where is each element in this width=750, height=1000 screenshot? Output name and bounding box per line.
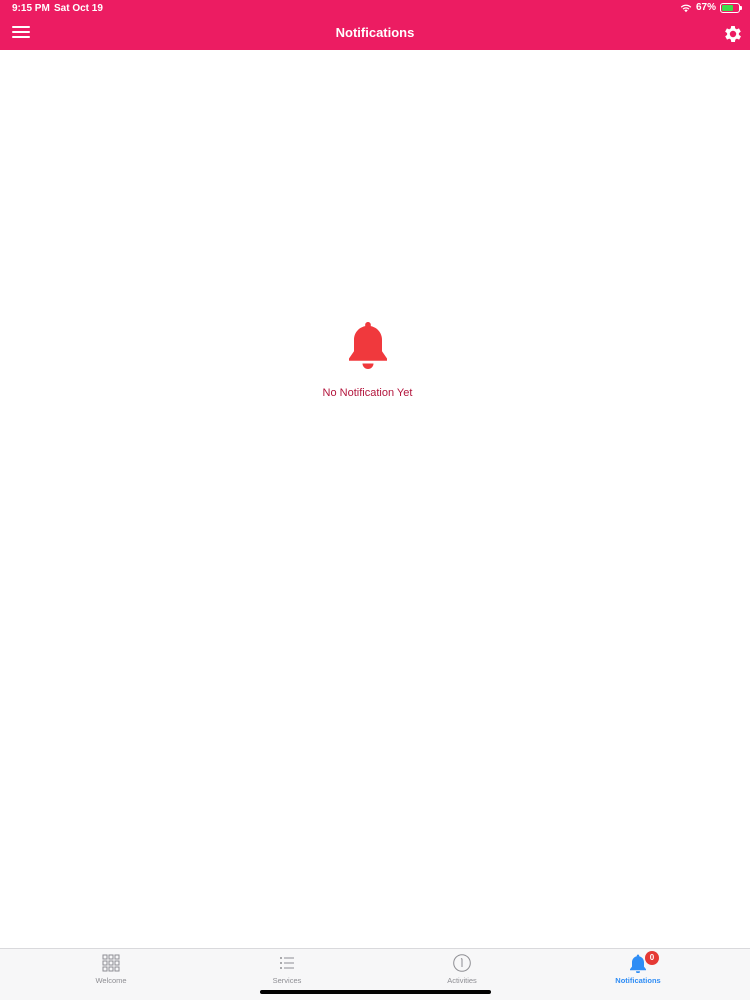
battery-percent: 67% — [695, 2, 716, 13]
empty-state: No Notification Yet — [0, 320, 735, 399]
header: 9:15 PM Sat Oct 19 67% Notifications — [0, 0, 750, 50]
grid-icon — [102, 954, 120, 972]
status-time: 9:15 PM — [12, 3, 50, 14]
status-bar: 9:15 PM Sat Oct 19 67% — [0, 0, 750, 18]
tab-activities[interactable]: Activities — [402, 953, 522, 993]
tab-label: Activities — [447, 976, 477, 985]
navigation-bar: Notifications — [0, 18, 750, 50]
tab-notifications[interactable]: 0 Notifications — [578, 951, 698, 993]
tab-label: Services — [272, 976, 302, 985]
tab-label: Notifications — [615, 976, 661, 985]
page-title: Notifications — [335, 25, 415, 40]
battery-cap — [740, 5, 742, 10]
notification-count-badge: 0 — [645, 951, 659, 965]
tab-label: Welcome — [95, 976, 127, 985]
wifi-icon — [680, 4, 692, 12]
list-icon — [280, 957, 294, 969]
gear-icon[interactable] — [722, 23, 744, 45]
notifications-screen: 9:15 PM Sat Oct 19 67% Notifications No … — [0, 0, 750, 1000]
tab-welcome[interactable]: Welcome — [51, 953, 171, 993]
status-date: Sat Oct 19 — [54, 3, 103, 14]
battery-icon — [720, 2, 742, 13]
tab-services[interactable]: Services — [227, 953, 347, 993]
empty-state-message: No Notification Yet — [322, 387, 413, 399]
clock-icon — [453, 954, 471, 972]
home-indicator[interactable] — [260, 990, 491, 994]
battery-level-fill — [722, 4, 733, 11]
bell-icon — [348, 322, 387, 369]
status-indicators: 67% — [680, 2, 742, 13]
